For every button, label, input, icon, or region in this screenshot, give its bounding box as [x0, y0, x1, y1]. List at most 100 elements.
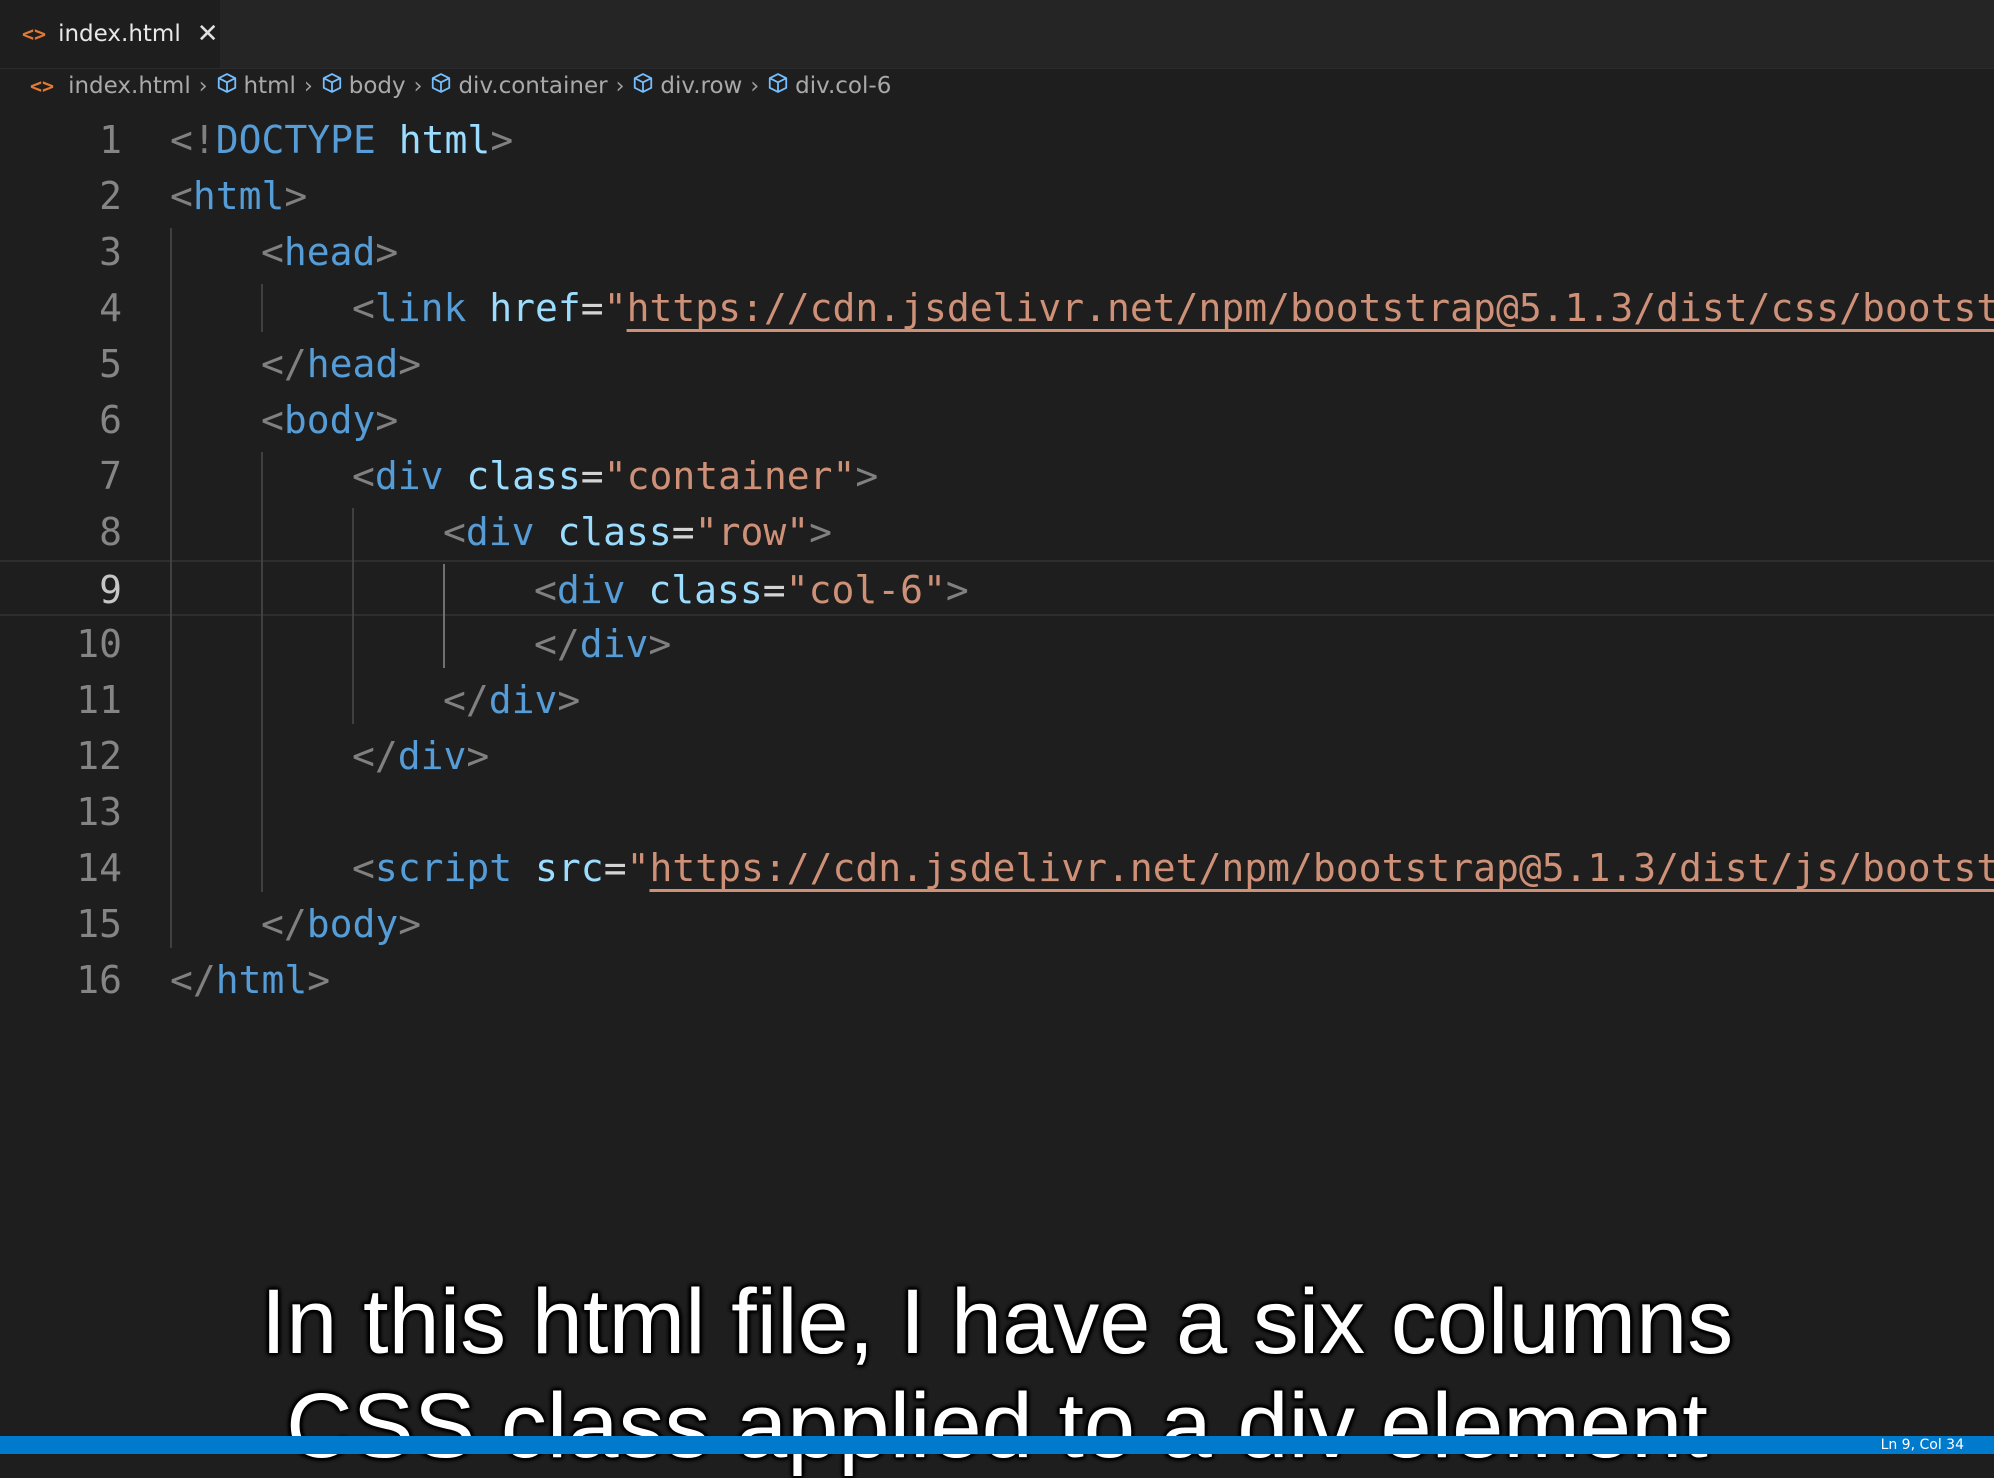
- code-line[interactable]: 9 <div class="col-6">: [0, 560, 1994, 616]
- breadcrumb-item-label: body: [348, 73, 406, 99]
- breadcrumb: <> index.html › html › body › div.container › d…: [30, 68, 891, 104]
- indent-guide: [261, 452, 263, 892]
- element-cube-icon: [767, 72, 789, 100]
- code-token: >: [375, 230, 399, 274]
- code-editor[interactable]: 1 <!DOCTYPE html> 2 <html> 3 <head> 4 <link hre…: [0, 112, 1994, 1012]
- code-token: "row": [694, 510, 810, 554]
- code-token: </: [170, 958, 216, 1002]
- code-text: </div>: [443, 672, 580, 728]
- element-cube-icon: [632, 72, 654, 100]
- code-token: >: [466, 734, 490, 778]
- code-text: </div>: [534, 616, 671, 672]
- line-number: 10: [76, 622, 122, 666]
- code-token: >: [648, 622, 672, 666]
- caption-line-2: CSS class applied to a div element: [286, 1375, 1708, 1477]
- code-line[interactable]: 2 <html>: [0, 168, 1994, 224]
- code-text: </body>: [261, 896, 421, 952]
- code-token: ": [603, 286, 627, 330]
- code-token: =: [671, 510, 695, 554]
- line-number: 13: [76, 790, 122, 834]
- code-token: html: [215, 958, 308, 1002]
- breadcrumb-item[interactable]: div.row: [632, 72, 742, 100]
- code-line[interactable]: 10 </div>: [0, 616, 1994, 672]
- element-cube-icon: [216, 72, 238, 100]
- code-token: >: [375, 398, 399, 442]
- code-line[interactable]: 12 </div>: [0, 728, 1994, 784]
- code-token: class: [557, 510, 672, 554]
- code-token: </: [534, 622, 580, 666]
- chevron-right-icon: ›: [303, 73, 313, 99]
- code-line[interactable]: 14 <script src="https://cdn.jsdelivr.net/…: [0, 840, 1994, 896]
- code-token: <: [261, 398, 284, 442]
- line-number: 11: [76, 678, 122, 722]
- code-line[interactable]: 1 <!DOCTYPE html>: [0, 112, 1994, 168]
- code-line[interactable]: 11 </div>: [0, 672, 1994, 728]
- code-token: class: [648, 568, 763, 612]
- line-number: 8: [99, 510, 122, 554]
- breadcrumb-item[interactable]: body: [321, 72, 406, 100]
- code-line[interactable]: 8 <div class="row">: [0, 504, 1994, 560]
- code-token: >: [398, 902, 422, 946]
- line-number: 6: [99, 398, 122, 442]
- code-token: </: [261, 902, 307, 946]
- code-line[interactable]: 5 </head>: [0, 336, 1994, 392]
- code-token: head: [283, 230, 376, 274]
- code-token: >: [557, 678, 581, 722]
- line-number: 7: [99, 454, 122, 498]
- code-token: html: [192, 174, 285, 218]
- code-token: src: [535, 846, 604, 890]
- code-text: <body>: [261, 392, 398, 448]
- code-token: >: [945, 568, 969, 612]
- cursor-position[interactable]: Ln 9, Col 34: [1881, 1436, 1964, 1454]
- code-token: "container": [603, 454, 856, 498]
- breadcrumb-item[interactable]: div.container: [430, 72, 608, 100]
- tab-bar: <> index.html ✕: [0, 0, 1994, 69]
- code-token: </: [352, 734, 398, 778]
- chevron-right-icon: ›: [615, 73, 625, 99]
- code-line[interactable]: 7 <div class="container">: [0, 448, 1994, 504]
- code-text: <div class="col-6">: [534, 562, 969, 618]
- code-token: </: [443, 678, 489, 722]
- code-token: =: [762, 568, 786, 612]
- breadcrumb-item-label: html: [243, 73, 296, 99]
- code-line[interactable]: 6 <body>: [0, 392, 1994, 448]
- line-number: 4: [99, 286, 122, 330]
- element-cube-icon: [430, 72, 452, 100]
- code-line[interactable]: 13: [0, 784, 1994, 840]
- code-token: >: [307, 958, 331, 1002]
- status-bar: Ln 9, Col 34: [0, 1436, 1994, 1454]
- close-icon[interactable]: ✕: [197, 19, 219, 49]
- code-token: link: [374, 286, 490, 330]
- code-token: href: [489, 286, 581, 330]
- breadcrumb-item-label: div.row: [660, 73, 743, 99]
- code-line[interactable]: 15 </body>: [0, 896, 1994, 952]
- code-line[interactable]: 3 <head>: [0, 224, 1994, 280]
- indent-guide: [170, 228, 172, 948]
- tab-index-html[interactable]: <> index.html ✕: [0, 0, 220, 68]
- line-number: 14: [76, 846, 122, 890]
- code-text: </head>: [261, 336, 421, 392]
- line-number: 2: [99, 174, 122, 218]
- chevron-right-icon: ›: [413, 73, 423, 99]
- breadcrumb-file-label: index.html: [68, 73, 191, 99]
- code-text: </html>: [170, 952, 330, 1008]
- breadcrumb-file[interactable]: <> index.html: [30, 73, 191, 99]
- code-text: <link href="https://cdn.jsdelivr.net/npm…: [352, 280, 1994, 336]
- chevron-right-icon: ›: [750, 73, 760, 99]
- code-token: <: [352, 846, 375, 890]
- code-token: body: [306, 902, 399, 946]
- line-number: 5: [99, 342, 122, 386]
- breadcrumb-item[interactable]: div.col-6: [767, 72, 891, 100]
- code-text: <script src="https://cdn.jsdelivr.net/np…: [352, 840, 1994, 896]
- code-text: <div class="container">: [352, 448, 878, 504]
- breadcrumb-item[interactable]: html: [216, 72, 296, 100]
- code-line[interactable]: 16 </html>: [0, 952, 1994, 1008]
- code-token: div: [465, 510, 558, 554]
- code-line[interactable]: 4 <link href="https://cdn.jsdelivr.net/np…: [0, 280, 1994, 336]
- line-number: 12: [76, 734, 122, 778]
- indent-guide: [443, 564, 445, 668]
- code-token: https://cdn.jsdelivr.net/npm/bootstrap@5…: [626, 286, 1994, 330]
- code-token: >: [809, 510, 832, 554]
- code-token: body: [283, 398, 376, 442]
- line-number: 3: [99, 230, 122, 274]
